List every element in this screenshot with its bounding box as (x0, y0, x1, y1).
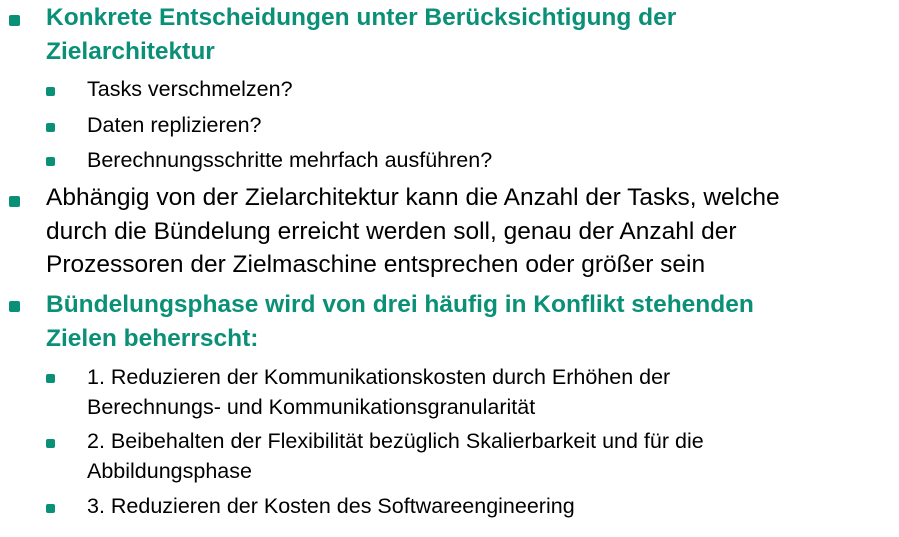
bullet-heading: Bündelungsphase wird von drei häufig in … (46, 288, 896, 355)
square-bullet-icon (46, 374, 55, 383)
paragraph-line: durch die Bündelung erreicht werden soll… (46, 217, 737, 245)
bullet-heading: Konkrete Entscheidungen unter Berücksich… (46, 1, 896, 68)
subbullet-text: 2. Beibehalten der Flexibilität bezüglic… (87, 426, 887, 486)
square-bullet-icon (46, 157, 55, 166)
slide-content: Konkrete Entscheidungen unter Berücksich… (0, 0, 899, 537)
square-bullet-icon (46, 123, 55, 132)
heading-line: Bündelungsphase wird von drei häufig in … (46, 291, 754, 318)
paragraph-line: Abhängig von der Zielarchitektur kann di… (46, 184, 780, 211)
heading-line: Konkrete Entscheidungen unter Berücksich… (46, 4, 677, 31)
paragraph-line: Prozessoren der Zielmaschine entsprechen… (46, 251, 706, 278)
subbullet-text: 1. Reduzieren der Kommunikationskosten d… (87, 362, 887, 422)
square-bullet-icon (46, 87, 55, 96)
heading-line: Zielarchitektur (46, 37, 215, 65)
square-bullet-icon (46, 504, 55, 513)
subbullet-text: Tasks verschmelzen? (87, 77, 293, 101)
subbullet-text: 3. Reduzieren der Kosten des Softwareeng… (87, 494, 575, 518)
subbullet-line: 2. Beibehalten der Flexibilität bezüglic… (87, 429, 704, 453)
subbullet-line: 1. Reduzieren der Kommunikationskosten d… (87, 365, 671, 389)
subbullet-line: Abbildungsphase (87, 459, 252, 483)
square-bullet-icon (46, 439, 55, 448)
square-bullet-icon (9, 15, 20, 26)
square-bullet-icon (9, 196, 20, 207)
subbullet-text: Berechnungsschritte mehrfach ausführen? (87, 148, 493, 172)
subbullet-line: Berechnungs- und Kommunikationsgranulari… (87, 395, 536, 419)
heading-line: Zielen beherrscht: (46, 324, 259, 352)
square-bullet-icon (9, 301, 20, 312)
bullet-paragraph: Abhängig von der Zielarchitektur kann di… (46, 181, 896, 282)
subbullet-text: Daten replizieren? (87, 113, 262, 137)
